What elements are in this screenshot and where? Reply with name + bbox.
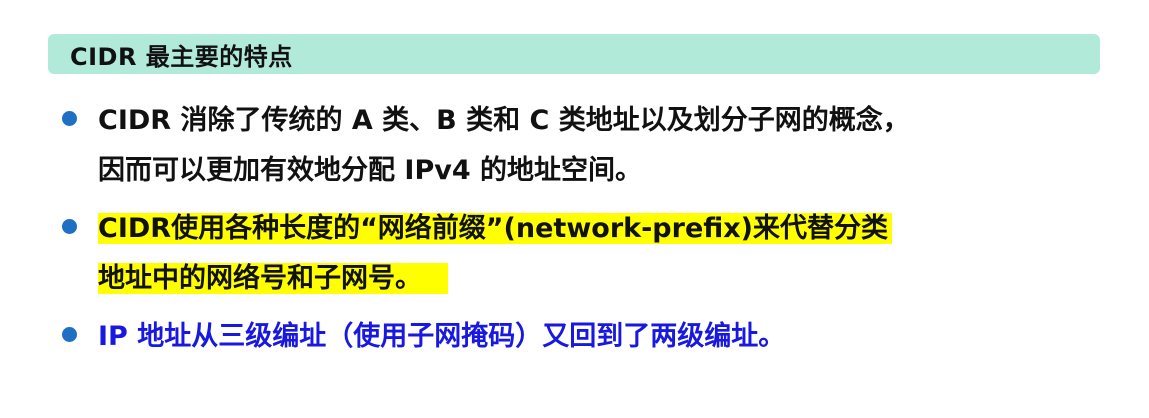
bullet-text-line: CIDR使用各种长度的“网络前缀”(network-prefix)来代替分类 <box>98 204 1122 254</box>
highlighted-text: CIDR使用各种长度的“网络前缀”(network-prefix)来代替分类 <box>98 213 893 244</box>
bullet-item-network-prefix: CIDR使用各种长度的“网络前缀”(network-prefix)来代替分类 地… <box>62 204 1122 304</box>
bullet-text-line: CIDR 消除了传统的 A 类、B 类和 C 类地址以及划分子网的概念， <box>98 105 910 136</box>
bullet-text-line: 因而可以更加有效地分配 IPv4 的地址空间。 <box>98 155 643 186</box>
bullet-item-cidr-eliminates-classes: CIDR 消除了传统的 A 类、B 类和 C 类地址以及划分子网的概念， 因而可… <box>62 96 1122 196</box>
highlighted-text: 地址中的网络号和子网号。 <box>98 263 448 294</box>
bullet-dot-icon <box>62 327 77 342</box>
section-title: CIDR 最主要的特点 <box>70 42 293 71</box>
bullet-list: CIDR 消除了传统的 A 类、B 类和 C 类地址以及划分子网的概念， 因而可… <box>62 96 1122 370</box>
bullet-text-line: IP 地址从三级编址（使用子网掩码）又回到了两级编址。 <box>98 321 786 352</box>
bullet-dot-icon <box>62 111 77 126</box>
bullet-dot-icon <box>62 219 77 234</box>
bullet-item-two-level-addressing: IP 地址从三级编址（使用子网掩码）又回到了两级编址。 <box>62 312 1122 362</box>
section-title-bar: CIDR 最主要的特点 <box>48 34 1100 74</box>
bullet-text-line: 地址中的网络号和子网号。 <box>98 254 1122 304</box>
